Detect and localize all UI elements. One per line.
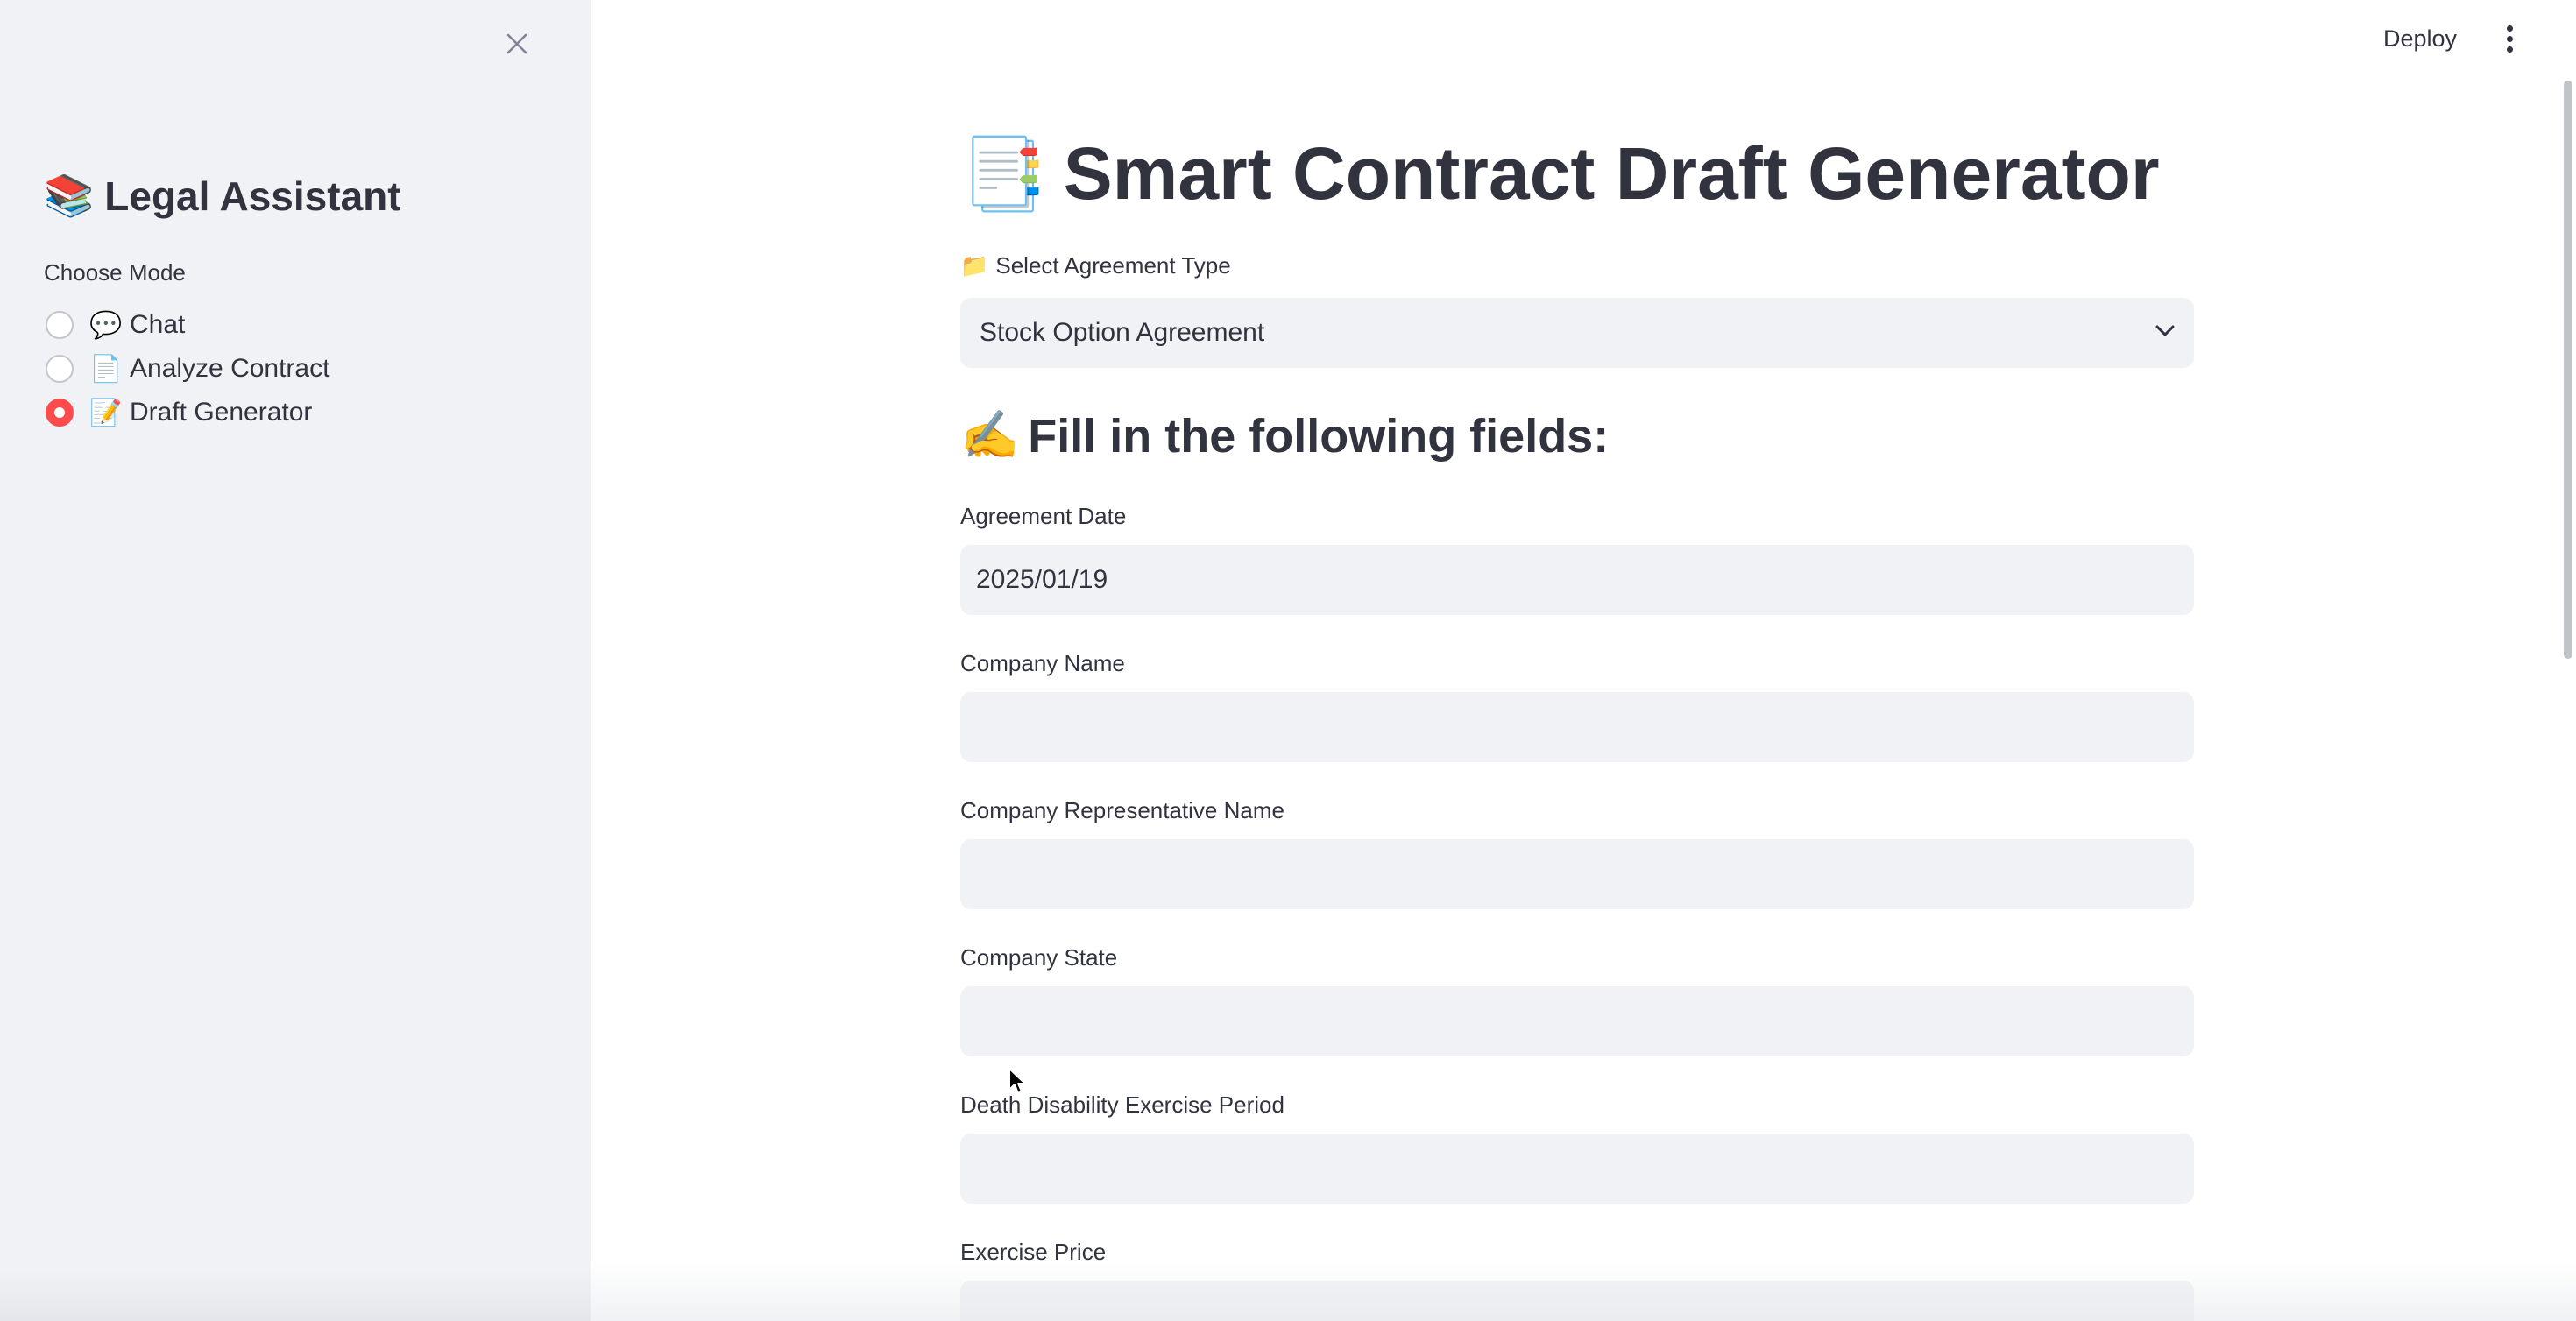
fields-section-heading-text: Fill in the following fields: bbox=[1028, 409, 1610, 463]
document-icon: 📄 bbox=[89, 354, 123, 384]
agreement-type-label-text: Select Agreement Type bbox=[995, 252, 1231, 279]
speech-bubble-icon: 💬 bbox=[89, 310, 123, 340]
fields-section-heading: ✍️ Fill in the following fields: bbox=[960, 408, 1609, 463]
agreement-type-select[interactable]: Stock Option Agreement bbox=[960, 298, 2194, 368]
chevron-down-icon bbox=[2155, 325, 2175, 342]
company-state-input[interactable] bbox=[960, 986, 2194, 1056]
page-title-text: Smart Contract Draft Generator bbox=[1063, 132, 2160, 215]
radio-button[interactable] bbox=[46, 311, 74, 339]
company-name-label: Company Name bbox=[960, 650, 1125, 676]
mode-label: Choose Mode bbox=[44, 259, 186, 286]
agreement-date-label: Agreement Date bbox=[960, 503, 1127, 529]
company-name-input[interactable] bbox=[960, 692, 2194, 762]
sidebar-bottom-fade bbox=[0, 1270, 591, 1321]
agreement-date-input[interactable]: 2025/01/19 bbox=[960, 545, 2194, 615]
company-representative-name-label: Company Representative Name bbox=[960, 797, 1284, 823]
mode-option-analyze-contract[interactable]: 📄 Analyze Contract bbox=[46, 347, 329, 391]
books-icon: 📚 bbox=[44, 173, 95, 218]
scrollbar[interactable] bbox=[2564, 81, 2572, 659]
mouse-cursor-icon bbox=[1008, 1067, 1027, 1099]
close-icon[interactable] bbox=[498, 25, 536, 63]
company-state-label: Company State bbox=[960, 944, 1118, 971]
deploy-button[interactable]: Deploy bbox=[2371, 18, 2469, 60]
sidebar: 📚 Legal Assistant Choose Mode 💬 Chat 📄 A… bbox=[0, 0, 591, 1321]
mode-option-draft-generator[interactable]: 📝 Draft Generator bbox=[46, 391, 329, 434]
mode-option-label: Analyze Contract bbox=[130, 354, 330, 383]
folder-icon: 📁 bbox=[960, 252, 989, 279]
mode-option-label: Chat bbox=[130, 310, 186, 339]
death-disability-exercise-period-input[interactable] bbox=[960, 1134, 2194, 1204]
radio-button[interactable] bbox=[46, 355, 74, 383]
agreement-type-label: 📁 Select Agreement Type bbox=[960, 252, 1231, 279]
radio-button-selected[interactable] bbox=[46, 399, 74, 427]
app-window: 📚 Legal Assistant Choose Mode 💬 Chat 📄 A… bbox=[0, 0, 2576, 1321]
mode-option-chat[interactable]: 💬 Chat bbox=[46, 303, 329, 347]
sidebar-title: 📚 Legal Assistant bbox=[44, 172, 401, 220]
writing-hand-icon: ✍️ bbox=[960, 409, 1020, 462]
sidebar-title-text: Legal Assistant bbox=[104, 173, 401, 219]
vertical-dots-icon[interactable] bbox=[2492, 19, 2527, 58]
company-representative-name-input[interactable] bbox=[960, 839, 2194, 909]
bottom-fade bbox=[591, 1261, 2576, 1321]
agreement-type-value: Stock Option Agreement bbox=[980, 318, 1265, 347]
page-title: 📑 Smart Contract Draft Generator bbox=[960, 131, 2160, 216]
document-pages-icon: 📑 bbox=[960, 134, 1048, 213]
mode-radio-group: 💬 Chat 📄 Analyze Contract 📝 Draft Genera… bbox=[46, 303, 329, 434]
memo-icon: 📝 bbox=[89, 398, 123, 427]
mode-option-label: Draft Generator bbox=[130, 398, 313, 427]
